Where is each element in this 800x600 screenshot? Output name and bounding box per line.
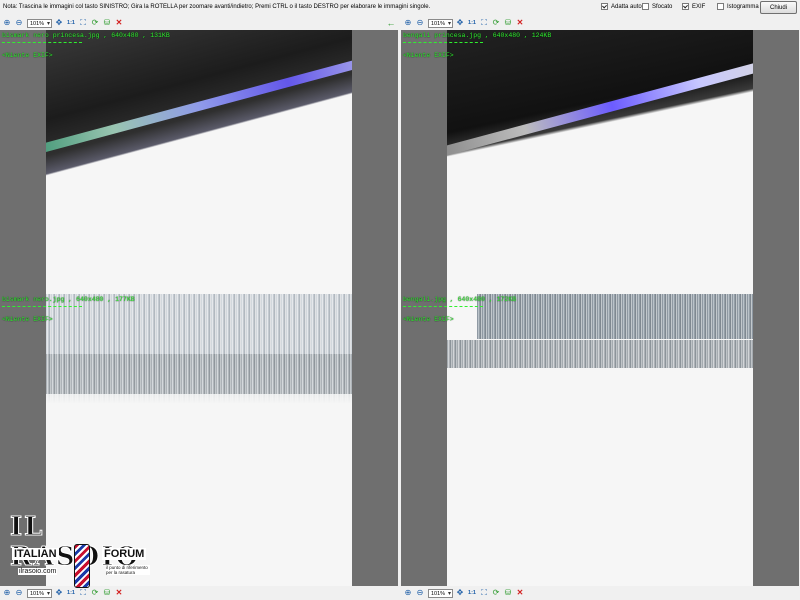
zoom-select[interactable]: 101% [27, 18, 52, 29]
barber-pole-icon [74, 544, 90, 588]
top-bar: Nota: Trascina le immagini col tasto SIN… [0, 0, 800, 16]
logo-left: ITALIAN [12, 548, 59, 560]
fit-icon[interactable]: ✥ [455, 588, 465, 598]
close-red-icon[interactable]: ✕ [114, 18, 124, 28]
prev-arrow-icon[interactable]: ← [386, 18, 396, 28]
logo-right: FORUM [102, 548, 147, 560]
auto-fit-label: Adatta auton [611, 3, 646, 10]
actual-size-icon[interactable]: ⛶ [78, 18, 88, 28]
file-info: bismark nero princesa.jpg , 640x480 , 13… [2, 32, 170, 39]
panel-toolbar: ⊕ ⊖ 101% ✥ 1:1 ⛶ ⟳ ⛁ ✕ [401, 16, 799, 30]
zoom-out-icon[interactable]: ⊖ [14, 18, 24, 28]
exif-info: <Niente EXIF> [403, 52, 454, 59]
logo-site: ilrasoio.com [18, 568, 58, 575]
zoom-select[interactable]: 101% [428, 588, 453, 599]
zoom-in-icon[interactable]: ⊕ [2, 18, 12, 28]
zoom-out-icon[interactable]: ⊖ [415, 588, 425, 598]
blur-checkbox[interactable] [642, 3, 649, 10]
logo-tagline: il punto di riferimento per la rasatura [106, 565, 150, 575]
one-to-one-button[interactable]: 1:1 [467, 588, 477, 598]
ilrasoio-logo: IL RASOIO ITALIAN FORUM ilrasoio.com il … [6, 512, 156, 592]
zoom-in-icon[interactable]: ⊕ [403, 588, 413, 598]
rotate-icon[interactable]: ⟳ [491, 588, 501, 598]
actual-size-icon[interactable]: ⛶ [479, 18, 489, 28]
option-blur[interactable]: Sfocato [642, 3, 672, 10]
exif-info: <Niente EXIF> [2, 316, 53, 323]
file-info: bengali.jpg , 640x480 , 172KB [403, 296, 517, 303]
instructions-note: Nota: Trascina le immagini col tasto SIN… [3, 4, 431, 10]
fit-icon[interactable]: ✥ [455, 18, 465, 28]
image-panel-4: bengali.jpg , 640x480 , 172KB <Niente EX… [401, 294, 799, 586]
save-icon[interactable]: ⛁ [102, 18, 112, 28]
blur-label: Sfocato [652, 3, 673, 10]
blade-image [447, 294, 753, 586]
histogram-checkbox[interactable] [717, 3, 724, 10]
option-auto-fit[interactable]: Adatta auton [601, 3, 645, 10]
image-viewport[interactable]: bengali princesa.jpg , 640x480 , 124KB <… [401, 30, 799, 308]
image-viewport[interactable]: bengali.jpg , 640x480 , 172KB <Niente EX… [401, 294, 799, 586]
image-viewport[interactable]: bismark nero princesa.jpg , 640x480 , 13… [0, 30, 398, 308]
fit-icon[interactable]: ✥ [54, 18, 64, 28]
image-panel-1: ⊕ ⊖ 101% ✥ 1:1 ⛶ ⟳ ⛁ ✕ ← bismark nero pr… [0, 16, 398, 308]
blade-image [447, 30, 753, 308]
exif-info: <Niente EXIF> [403, 316, 454, 323]
auto-fit-checkbox[interactable] [601, 3, 608, 10]
image-panel-2: ⊕ ⊖ 101% ✥ 1:1 ⛶ ⟳ ⛁ ✕ bengali princesa.… [401, 16, 799, 308]
save-icon[interactable]: ⛁ [503, 18, 513, 28]
option-exif[interactable]: EXIF [682, 3, 705, 10]
one-to-one-button[interactable]: 1:1 [467, 18, 477, 28]
one-to-one-button[interactable]: 1:1 [66, 18, 76, 28]
exif-checkbox[interactable] [682, 3, 689, 10]
zoom-out-icon[interactable]: ⊖ [415, 18, 425, 28]
file-info: bengali princesa.jpg , 640x480 , 124KB [403, 32, 552, 39]
bottom-toolbar-right: ⊕ ⊖ 101% ✥ 1:1 ⛶ ⟳ ⛁ ✕ [401, 586, 799, 600]
exif-info: <Niente EXIF> [2, 52, 53, 59]
zoom-select[interactable]: 101% [428, 18, 453, 29]
exif-label: EXIF [692, 3, 706, 10]
rotate-icon[interactable]: ⟳ [90, 18, 100, 28]
option-histogram[interactable]: Istogramma [717, 3, 759, 10]
panel-toolbar: ⊕ ⊖ 101% ✥ 1:1 ⛶ ⟳ ⛁ ✕ ← [0, 16, 398, 30]
close-red-icon[interactable]: ✕ [515, 18, 525, 28]
histogram-label: Istogramma [727, 3, 759, 10]
save-icon[interactable]: ⛁ [503, 588, 513, 598]
actual-size-icon[interactable]: ⛶ [479, 588, 489, 598]
blade-image [46, 30, 352, 308]
close-red-icon[interactable]: ✕ [515, 588, 525, 598]
rotate-icon[interactable]: ⟳ [491, 18, 501, 28]
file-info: bismark nero.jpg , 640x480 , 177KB [2, 296, 135, 303]
zoom-in-icon[interactable]: ⊕ [403, 18, 413, 28]
close-button[interactable]: Chiudi [760, 1, 797, 14]
